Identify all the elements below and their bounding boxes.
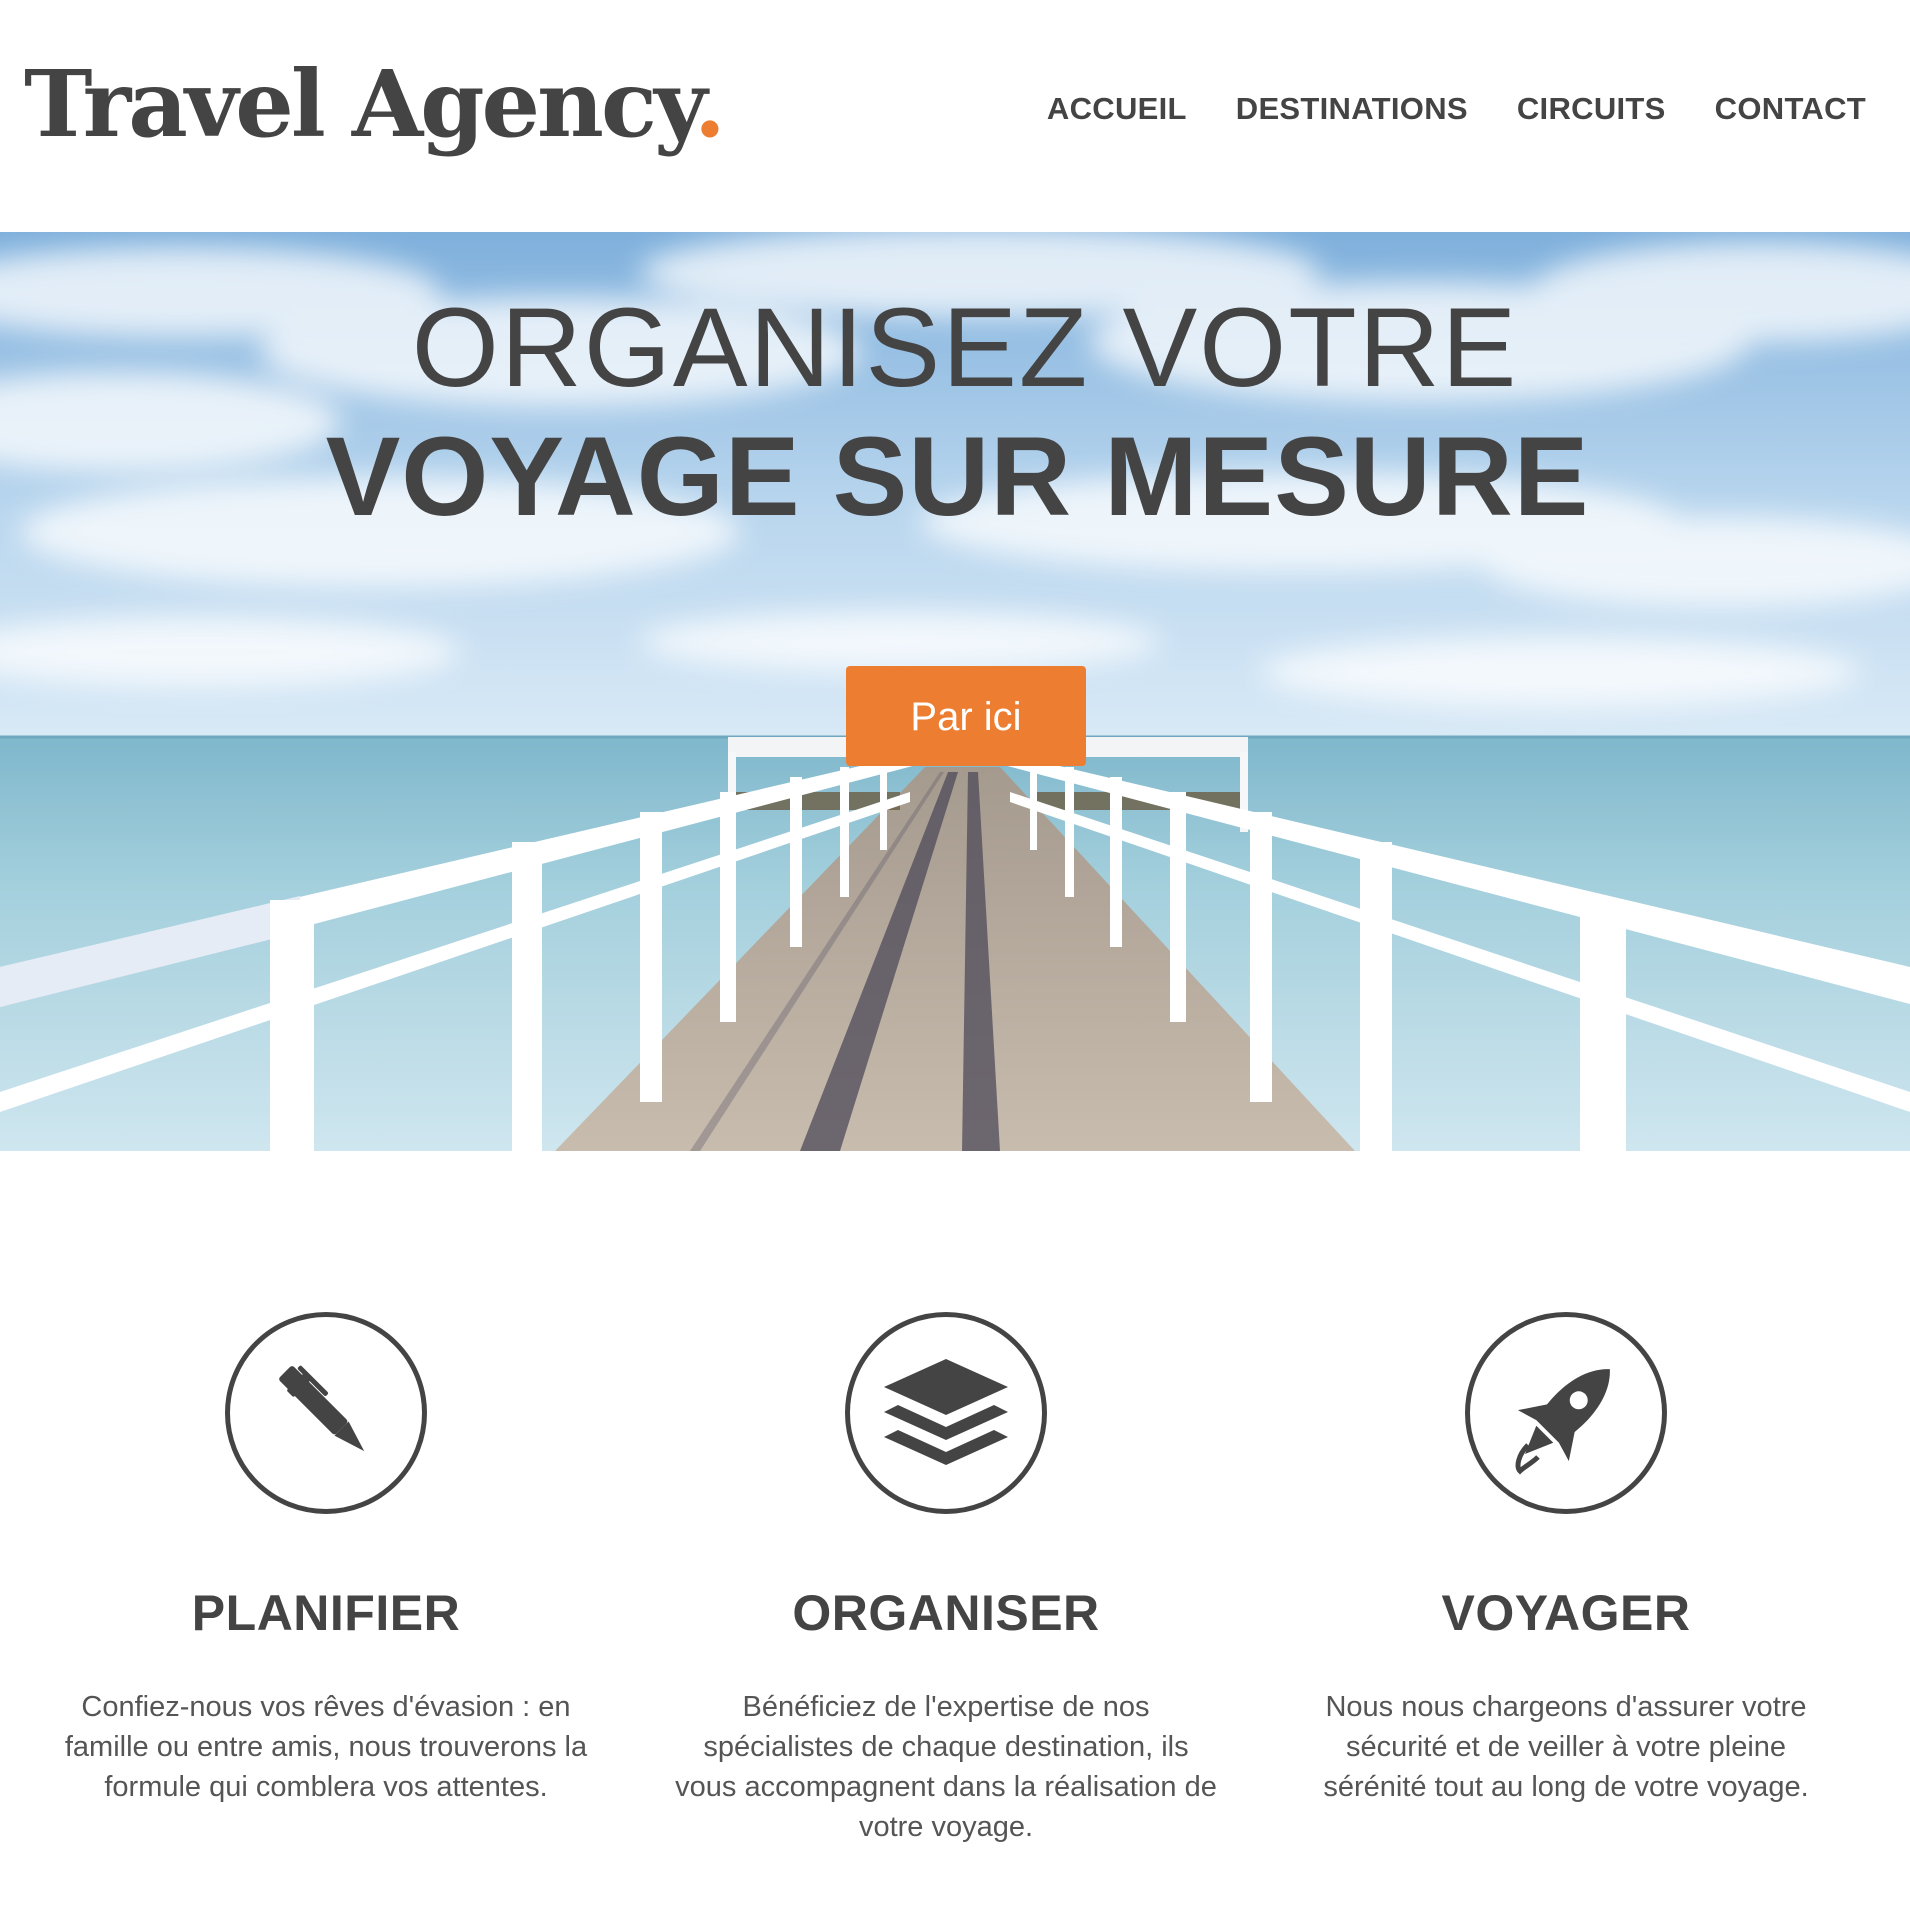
hero-banner: ORGANISEZ VOTRE VOYAGE SUR MESURE Par ic… <box>0 232 1910 1151</box>
feature-description: Confiez-nous vos rêves d'évasion : en fa… <box>64 1691 588 1803</box>
site-header: Travel Agency. ACCUEIL DESTINATIONS CIRC… <box>0 0 1910 232</box>
nav-item-contact[interactable]: CONTACT <box>1715 88 1866 130</box>
feature-description: Bénéficiez de l'expertise de nos spécial… <box>675 1691 1217 1843</box>
nav-item-circuits[interactable]: CIRCUITS <box>1517 88 1666 130</box>
feature-title: PLANIFIER <box>191 1585 461 1641</box>
logo[interactable]: Travel Agency. <box>24 58 726 150</box>
logo-text: Travel Agency <box>24 50 697 158</box>
hero-title-line1: ORGANISEZ VOTRE <box>411 285 1519 410</box>
main-nav: ACCUEIL DESTINATIONS CIRCUITS CONTACT <box>1047 88 1866 130</box>
rocket-icon <box>1465 1312 1667 1514</box>
features-section: PLANIFIER Confiez-nous vos rêves d'évasi… <box>0 1151 1910 1908</box>
nav-item-accueil[interactable]: ACCUEIL <box>1047 88 1187 130</box>
feature-description: Nous nous chargeons d'assurer votre sécu… <box>1323 1691 1809 1803</box>
pen-icon <box>225 1312 427 1514</box>
logo-dot: . <box>693 50 726 158</box>
hero-title: ORGANISEZ VOTRE VOYAGE SUR MESURE <box>0 292 1910 533</box>
layers-icon <box>845 1312 1047 1514</box>
hero-title-line2: VOYAGE SUR MESURE <box>325 414 1590 539</box>
feature-title: VOYAGER <box>1441 1585 1691 1641</box>
cta-button[interactable]: Par ici <box>846 666 1086 766</box>
feature-title: ORGANISER <box>792 1585 1100 1641</box>
nav-item-destinations[interactable]: DESTINATIONS <box>1236 88 1468 130</box>
